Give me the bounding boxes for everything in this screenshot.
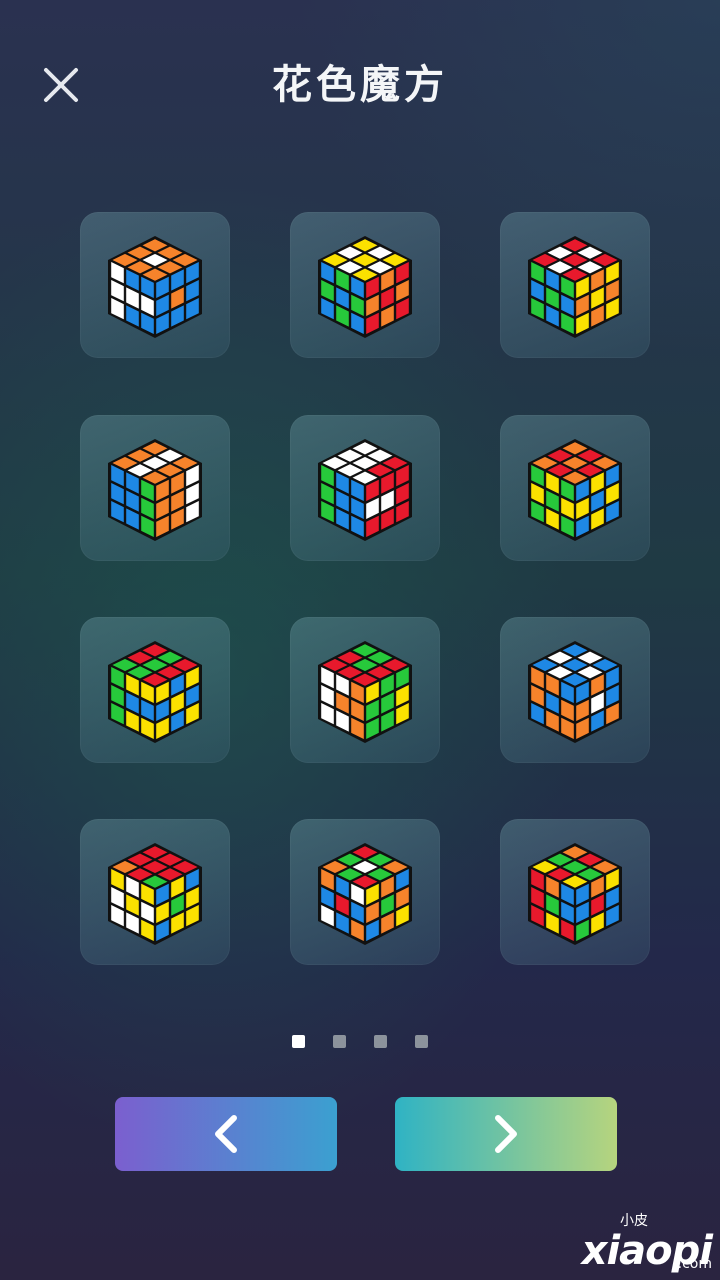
cube-icon	[108, 641, 202, 743]
pattern-tile[interactable]	[80, 617, 230, 763]
cube-icon	[528, 641, 622, 743]
watermark: 小皮 xiaopi .com	[582, 1213, 713, 1274]
pattern-tile[interactable]	[500, 617, 650, 763]
next-page-button[interactable]	[395, 1097, 617, 1171]
cube-icon	[108, 236, 202, 338]
previous-page-button[interactable]	[115, 1097, 337, 1171]
page-dot[interactable]	[333, 1035, 346, 1048]
pattern-tile[interactable]	[290, 819, 440, 965]
pagination-dots	[0, 1033, 720, 1052]
cube-icon	[318, 641, 412, 743]
cube-icon	[528, 439, 622, 541]
pattern-tile[interactable]	[500, 212, 650, 358]
pattern-tile[interactable]	[500, 819, 650, 965]
page-title: 花色魔方	[272, 62, 448, 108]
cube-icon	[108, 439, 202, 541]
cube-icon	[528, 843, 622, 945]
page-dot[interactable]	[292, 1035, 305, 1048]
cube-icon	[108, 843, 202, 945]
cube-icon	[318, 843, 412, 945]
page-dot[interactable]	[374, 1035, 387, 1048]
cube-icon	[318, 439, 412, 541]
pattern-tile[interactable]	[80, 819, 230, 965]
chevron-left-icon	[215, 1115, 237, 1153]
chevron-right-icon	[495, 1115, 517, 1153]
watermark-chinese: 小皮	[620, 1213, 648, 1229]
watermark-domain: .com	[677, 1256, 712, 1272]
cube-icon	[528, 236, 622, 338]
page-dot[interactable]	[415, 1035, 428, 1048]
pattern-tile[interactable]	[290, 617, 440, 763]
pattern-tile[interactable]	[80, 415, 230, 561]
pattern-tile[interactable]	[500, 415, 650, 561]
cube-icon	[318, 236, 412, 338]
pattern-tile[interactable]	[290, 415, 440, 561]
pattern-tile[interactable]	[80, 212, 230, 358]
pattern-tile[interactable]	[290, 212, 440, 358]
